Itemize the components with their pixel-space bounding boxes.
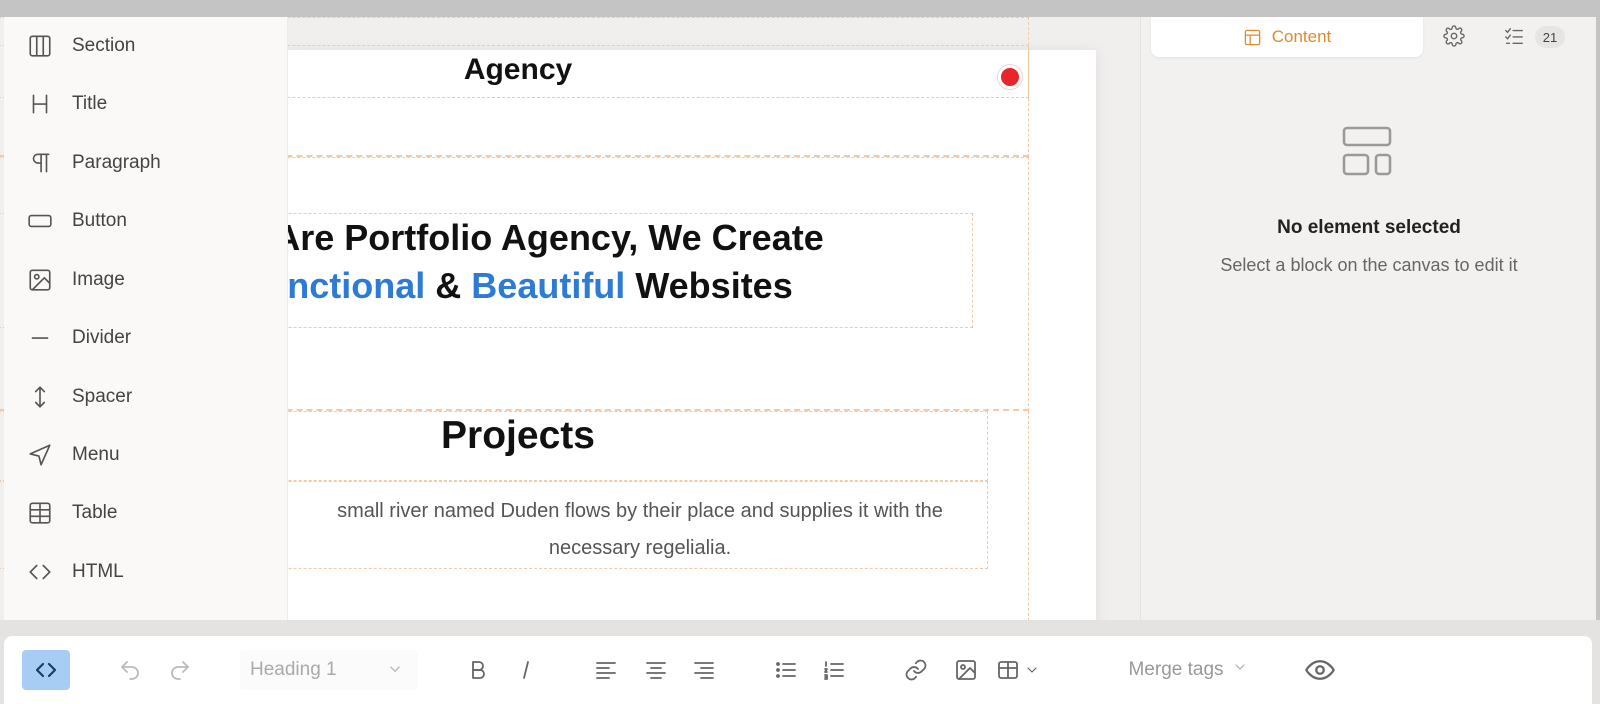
sidebar-item-label: Spacer bbox=[72, 386, 133, 407]
sidebar-item-label: Title bbox=[72, 93, 108, 114]
heading-icon bbox=[26, 90, 54, 118]
bullet-list-icon bbox=[776, 662, 796, 678]
notification-dot[interactable] bbox=[998, 65, 1022, 89]
eye-icon bbox=[1305, 660, 1335, 680]
hero-ampersand: & bbox=[435, 265, 462, 306]
sidebar-item-divider[interactable]: Divider bbox=[4, 313, 288, 363]
italic-icon bbox=[523, 661, 529, 679]
empty-state-subtitle: Select a block on the canvas to edit it bbox=[1220, 255, 1518, 275]
sidebar-item-menu[interactable]: Menu bbox=[4, 430, 288, 480]
checklist-icon[interactable] bbox=[1503, 25, 1527, 49]
chevron-down-icon bbox=[1224, 659, 1248, 681]
block-type-select[interactable]: Heading 1 bbox=[240, 650, 418, 690]
columns-icon bbox=[26, 32, 54, 60]
checklist-count-badge: 21 bbox=[1535, 26, 1565, 48]
tab-content-label: Content bbox=[1271, 27, 1332, 46]
align-center-button[interactable] bbox=[638, 650, 674, 690]
send-icon bbox=[26, 441, 54, 469]
sidebar-item-label: Divider bbox=[72, 327, 132, 348]
toolbar-area: Heading 1 Merge tags bbox=[0, 620, 1600, 704]
sidebar-item-label: HTML bbox=[72, 561, 124, 582]
sidebar-item-button[interactable]: Button bbox=[4, 196, 288, 246]
chevron-down-icon bbox=[386, 660, 404, 684]
undo-button[interactable] bbox=[110, 650, 150, 690]
sidebar-item-label: Table bbox=[72, 502, 118, 523]
block-type-value: Heading 1 bbox=[250, 659, 337, 680]
align-right-button[interactable] bbox=[686, 650, 722, 690]
align-right-icon bbox=[694, 662, 714, 679]
hero-word-websites: Websites bbox=[635, 265, 793, 306]
bold-icon bbox=[472, 661, 485, 679]
align-center-icon bbox=[646, 662, 666, 679]
gear-icon[interactable] bbox=[1443, 25, 1467, 49]
sidebar-item-image[interactable]: Image bbox=[4, 255, 288, 305]
sidebar-item-label: Button bbox=[72, 210, 127, 231]
bold-button[interactable] bbox=[460, 650, 496, 690]
redo-icon bbox=[171, 661, 189, 680]
italic-button[interactable] bbox=[508, 650, 544, 690]
code-icon bbox=[35, 662, 57, 678]
table-icon bbox=[998, 661, 1018, 679]
merge-tags-dropdown[interactable]: Merge tags bbox=[1120, 650, 1256, 690]
numbered-list-button[interactable] bbox=[816, 650, 852, 690]
formatting-toolbar: Heading 1 Merge tags bbox=[4, 636, 1592, 704]
empty-state-title: No element selected bbox=[1277, 217, 1461, 238]
preview-button[interactable] bbox=[1300, 650, 1340, 690]
link-button[interactable] bbox=[898, 650, 934, 690]
redo-button[interactable] bbox=[160, 650, 200, 690]
align-left-icon bbox=[596, 662, 616, 679]
panel-tabs: Content 21 bbox=[1141, 17, 1597, 63]
insert-table-button[interactable] bbox=[996, 650, 1054, 690]
spacer-icon bbox=[26, 383, 54, 411]
layout-icon bbox=[1244, 29, 1260, 45]
code-view-button[interactable] bbox=[22, 650, 70, 690]
sidebar-item-paragraph[interactable]: Paragraph bbox=[4, 138, 288, 188]
button-icon bbox=[26, 207, 54, 235]
sidebar-item-table[interactable]: Table bbox=[4, 488, 288, 538]
empty-layout-icon bbox=[1341, 125, 1393, 177]
table-icon bbox=[26, 499, 54, 527]
hero-word-beautiful: Beautiful bbox=[471, 265, 626, 306]
tab-content[interactable]: Content bbox=[1151, 17, 1423, 57]
blocks-sidebar: Section Title Paragraph Button Image Div… bbox=[4, 17, 288, 620]
undo-icon bbox=[121, 661, 139, 680]
sidebar-item-label: Menu bbox=[72, 444, 120, 465]
link-icon bbox=[905, 659, 927, 681]
sidebar-item-html[interactable]: HTML bbox=[4, 547, 288, 597]
code-icon bbox=[26, 558, 54, 586]
sidebar-item-spacer[interactable]: Spacer bbox=[4, 372, 288, 422]
divider-icon bbox=[26, 324, 54, 352]
sidebar-item-title[interactable]: Title bbox=[4, 79, 288, 129]
sidebar-item-label: Image bbox=[72, 269, 125, 290]
align-left-button[interactable] bbox=[588, 650, 624, 690]
sidebar-item-label: Paragraph bbox=[72, 152, 161, 173]
merge-tags-label: Merge tags bbox=[1128, 659, 1224, 680]
pilcrow-icon bbox=[26, 149, 54, 177]
sidebar-item-section[interactable]: Section bbox=[4, 21, 288, 71]
insert-image-button[interactable] bbox=[948, 650, 984, 690]
window-top-strip bbox=[0, 0, 1600, 17]
projects-paragraph[interactable]: small river named Duden flows by their p… bbox=[310, 493, 970, 567]
image-icon bbox=[956, 660, 976, 680]
chevron-down-icon bbox=[1027, 667, 1037, 673]
properties-panel: Content 21 No element selected Select a … bbox=[1140, 17, 1596, 620]
image-icon bbox=[26, 266, 54, 294]
sidebar-item-label: Section bbox=[72, 35, 136, 56]
bullet-list-button[interactable] bbox=[768, 650, 804, 690]
numbered-list-icon bbox=[824, 661, 844, 680]
